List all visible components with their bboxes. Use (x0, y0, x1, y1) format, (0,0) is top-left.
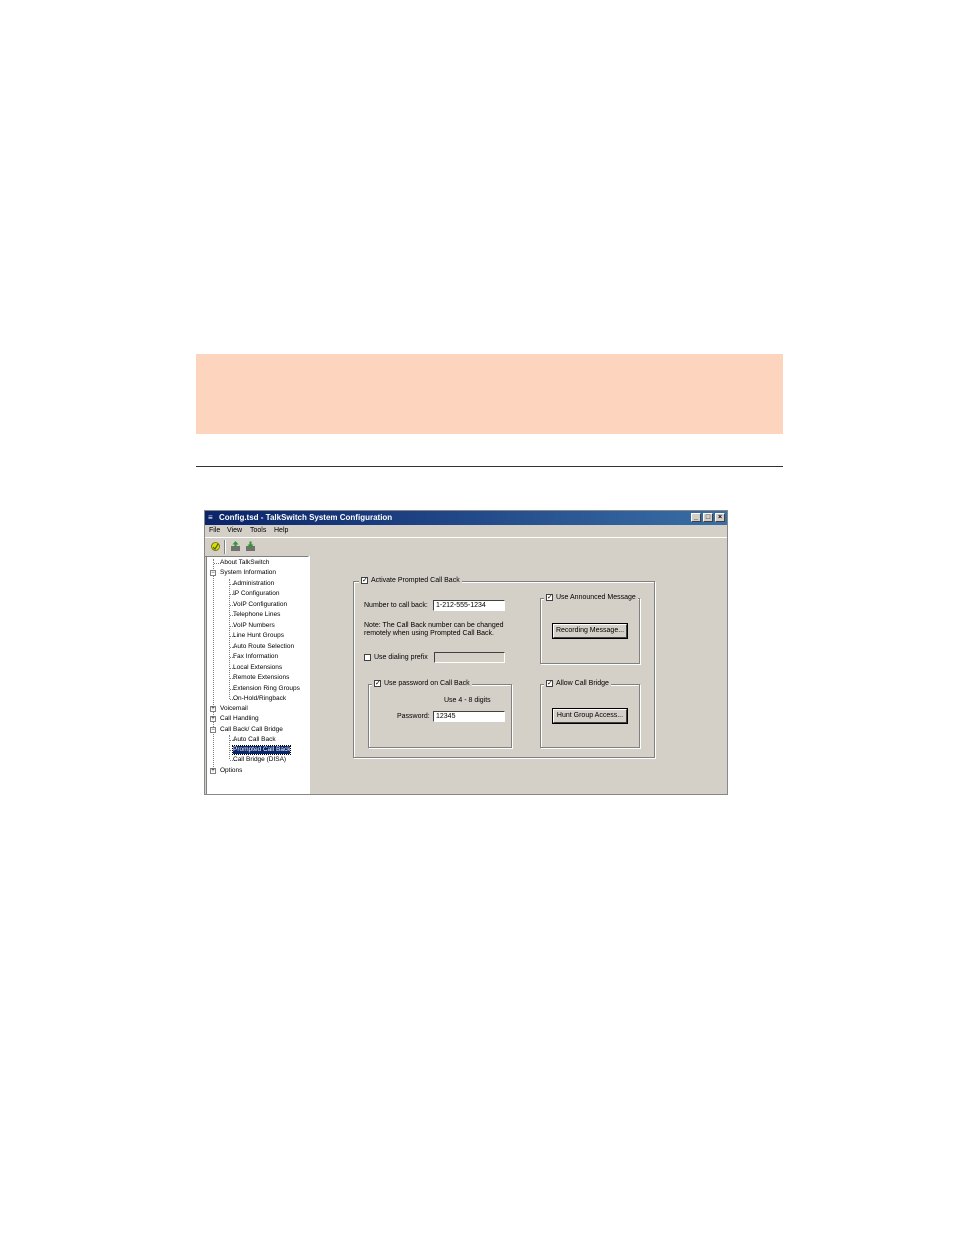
announced-message-group: ✓ Use Announced Message Recording Messag… (540, 594, 640, 664)
minimize-button[interactable]: _ (691, 513, 701, 522)
tree-item-voip-numbers[interactable]: VoIP Numbers (233, 622, 275, 630)
dialing-prefix-label: Use dialing prefix (374, 654, 428, 661)
activate-call-back-label: Activate Prompted Call Back (371, 577, 460, 584)
tree-item-administration[interactable]: Administration (233, 580, 274, 588)
title-bar: ≡ Config.tsd - TalkSwitch System Configu… (205, 511, 727, 525)
navigation-tree: About TalkSwitch − System Information Ad… (206, 556, 309, 794)
menu-tools[interactable]: Tools (250, 527, 266, 534)
password-hint: Use 4 - 8 digits (444, 697, 491, 704)
highlight-banner (196, 354, 783, 434)
tree-item-prompted-call-back[interactable]: Prompted Call Back (231, 745, 292, 755)
note-line-2: remotely when using Prompted Call Back. (364, 630, 494, 637)
tree-item-extension-ring-groups[interactable]: Extension Ring Groups (233, 685, 300, 693)
upload-icon[interactable] (230, 541, 241, 552)
use-announced-message-label: Use Announced Message (556, 594, 636, 601)
tree-item-auto-route-selection[interactable]: Auto Route Selection (233, 643, 294, 651)
activate-call-back-checkbox[interactable]: ✓ (361, 577, 368, 584)
call-bridge-legend: ✓ Allow Call Bridge (544, 680, 611, 687)
allow-call-bridge-checkbox[interactable]: ✓ (546, 680, 553, 687)
tree-item-fax-information[interactable]: Fax Information (233, 653, 278, 661)
number-to-call-back-label: Number to call back: (364, 602, 428, 609)
tree-item-call-bridge-disa[interactable]: Call Bridge (DISA) (233, 756, 286, 764)
tree-item-telephone-lines[interactable]: Telephone Lines (233, 611, 280, 619)
tree-item-line-hunt-groups[interactable]: Line Hunt Groups (233, 632, 284, 640)
toolbar-separator (224, 540, 226, 554)
close-button[interactable]: × (715, 513, 725, 522)
expand-icon[interactable]: + (210, 716, 216, 722)
tree-item-options[interactable]: Options (220, 767, 242, 775)
use-password-label: Use password on Call Back (384, 680, 470, 687)
dialing-prefix-input[interactable] (434, 652, 505, 663)
password-group-legend: ✓ Use password on Call Back (372, 680, 472, 687)
announced-message-legend: ✓ Use Announced Message (544, 594, 638, 601)
tree-connector (229, 579, 230, 699)
note-line-1: Note: The Call Back number can be change… (364, 622, 504, 629)
activate-call-back-legend: ✓ Activate Prompted Call Back (359, 577, 462, 584)
tree-item-voicemail[interactable]: Voicemail (220, 705, 248, 713)
menu-bar: File View Tools Help (205, 525, 727, 537)
expand-icon[interactable]: + (210, 768, 216, 774)
allow-call-bridge-label: Allow Call Bridge (556, 680, 609, 687)
tree-item-voip-configuration[interactable]: VoIP Configuration (233, 601, 287, 609)
collapse-icon[interactable]: − (210, 570, 216, 576)
use-password-checkbox[interactable]: ✓ (374, 680, 381, 687)
tree-item-about[interactable]: About TalkSwitch (220, 559, 269, 567)
dialing-prefix-row: Use dialing prefix (364, 654, 428, 661)
app-window: ≡ Config.tsd - TalkSwitch System Configu… (204, 510, 728, 795)
tree-item-auto-call-back[interactable]: Auto Call Back (233, 736, 276, 744)
tree-connector (213, 559, 214, 771)
tree-item-on-hold-ringback[interactable]: On-Hold/Ringback (233, 695, 286, 703)
tree-item-remote-extensions[interactable]: Remote Extensions (233, 674, 289, 682)
download-icon[interactable] (245, 541, 256, 552)
expand-icon[interactable]: + (210, 706, 216, 712)
password-group: ✓ Use password on Call Back Use 4 - 8 di… (368, 680, 512, 748)
tree-connector (214, 563, 219, 564)
tree-item-ip-configuration[interactable]: IP Configuration (233, 590, 280, 598)
window-title: Config.tsd - TalkSwitch System Configura… (219, 513, 393, 522)
number-to-call-back-input[interactable]: 1-212-555-1234 (433, 600, 505, 611)
settings-panel: ✓ Activate Prompted Call Back Number to … (312, 556, 727, 794)
tree-connector (229, 735, 230, 759)
call-bridge-group: ✓ Allow Call Bridge Hunt Group Access... (540, 680, 640, 748)
toolbar (205, 537, 727, 557)
dialing-prefix-checkbox[interactable] (364, 654, 371, 661)
tree-item-system-information[interactable]: System Information (220, 569, 276, 577)
menu-view[interactable]: View (227, 527, 242, 534)
tree-item-call-handling[interactable]: Call Handling (220, 715, 259, 723)
menu-file[interactable]: File (209, 527, 220, 534)
hunt-group-access-button[interactable]: Hunt Group Access... (553, 709, 627, 723)
menu-help[interactable]: Help (274, 527, 288, 534)
app-icon: ≡ (208, 513, 213, 522)
tree-item-local-extensions[interactable]: Local Extensions (233, 664, 282, 672)
tree-item-call-back-call-bridge[interactable]: Call Back/ Call Bridge (220, 726, 283, 734)
connect-icon[interactable] (210, 541, 221, 552)
password-input[interactable]: 12345 (433, 711, 505, 722)
maximize-button[interactable]: □ (703, 513, 713, 522)
collapse-icon[interactable]: − (210, 727, 216, 733)
password-label: Password: (397, 713, 430, 720)
divider-rule (196, 466, 783, 467)
recording-message-button[interactable]: Recording Message... (553, 624, 627, 638)
use-announced-message-checkbox[interactable]: ✓ (546, 594, 553, 601)
